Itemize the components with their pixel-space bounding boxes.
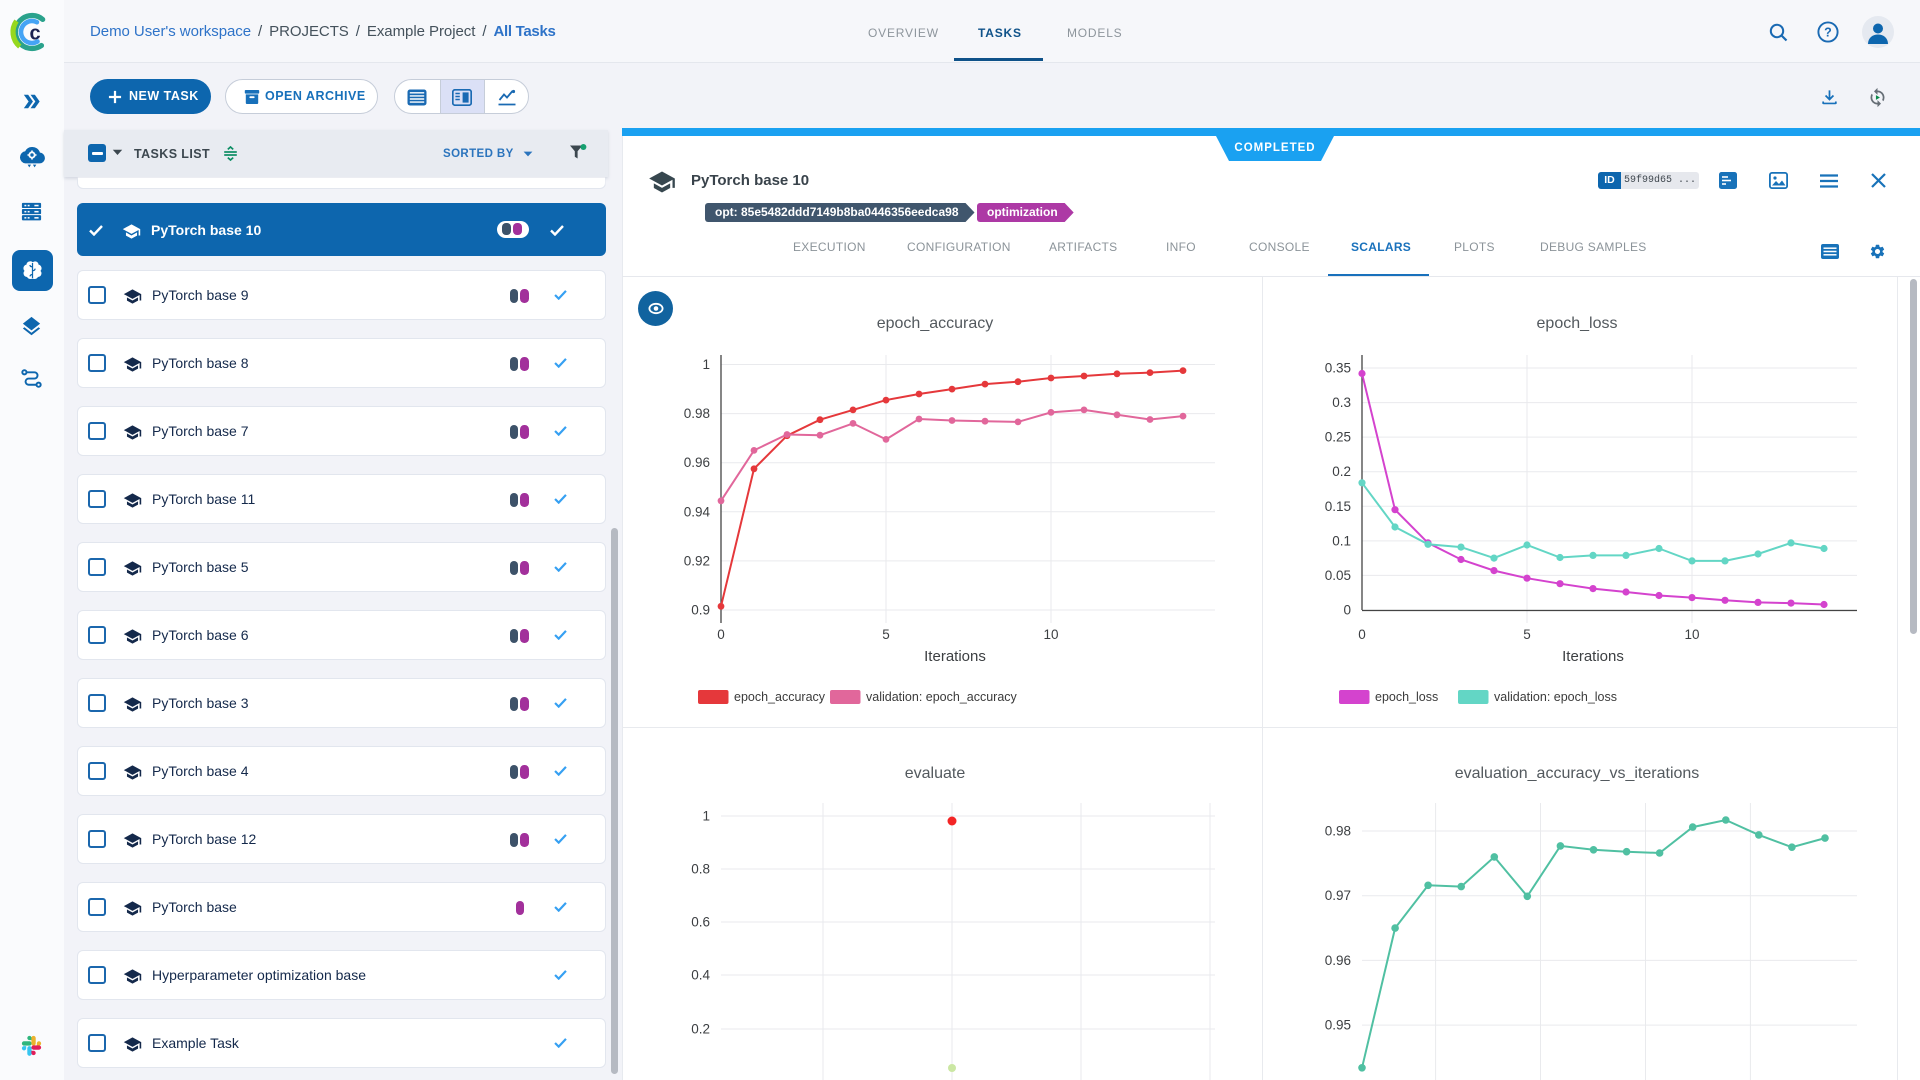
svg-text:0.97: 0.97 bbox=[1325, 888, 1351, 903]
svg-text:0.05: 0.05 bbox=[1325, 568, 1351, 583]
svg-text:0.2: 0.2 bbox=[691, 1022, 710, 1037]
svg-text:validation: epoch_accuracy: validation: epoch_accuracy bbox=[866, 690, 1018, 704]
svg-text:0: 0 bbox=[1343, 603, 1351, 618]
svg-text:evaluation_accuracy_vs_iterati: evaluation_accuracy_vs_iterations bbox=[1455, 765, 1700, 782]
svg-text:0: 0 bbox=[1358, 627, 1366, 642]
svg-text:0.6: 0.6 bbox=[691, 915, 710, 930]
svg-text:0.2: 0.2 bbox=[1332, 464, 1351, 479]
svg-text:Iterations: Iterations bbox=[1562, 648, 1624, 665]
svg-text:0.95: 0.95 bbox=[1325, 1018, 1351, 1033]
svg-text:epoch_accuracy: epoch_accuracy bbox=[877, 315, 994, 332]
svg-text:epoch_accuracy: epoch_accuracy bbox=[734, 690, 826, 704]
svg-text:5: 5 bbox=[1523, 627, 1531, 642]
svg-text:0.98: 0.98 bbox=[684, 406, 710, 421]
svg-text:0: 0 bbox=[717, 627, 725, 642]
svg-text:validation: epoch_loss: validation: epoch_loss bbox=[1494, 690, 1617, 704]
svg-text:Iterations: Iterations bbox=[924, 648, 986, 665]
svg-text:0.1: 0.1 bbox=[1332, 533, 1351, 548]
svg-text:0.98: 0.98 bbox=[1325, 824, 1351, 839]
svg-text:0.25: 0.25 bbox=[1325, 430, 1351, 445]
svg-text:epoch_loss: epoch_loss bbox=[1537, 315, 1618, 332]
svg-text:5: 5 bbox=[882, 627, 890, 642]
svg-text:10: 10 bbox=[1043, 627, 1058, 642]
svg-text:evaluate: evaluate bbox=[905, 765, 966, 782]
svg-text:c: c bbox=[29, 23, 40, 45]
svg-text:0.4: 0.4 bbox=[691, 968, 710, 983]
svg-text:0.94: 0.94 bbox=[684, 504, 711, 519]
svg-text:0.96: 0.96 bbox=[1325, 953, 1351, 968]
svg-text:1: 1 bbox=[702, 809, 710, 824]
svg-text:?: ? bbox=[1824, 25, 1832, 39]
svg-text:0.96: 0.96 bbox=[684, 455, 710, 470]
svg-text:0.15: 0.15 bbox=[1325, 499, 1351, 514]
svg-text:0.92: 0.92 bbox=[684, 553, 710, 568]
svg-text:0.9: 0.9 bbox=[691, 603, 710, 618]
svg-text:10: 10 bbox=[1684, 627, 1699, 642]
svg-text:0.8: 0.8 bbox=[691, 862, 710, 877]
svg-text:epoch_loss: epoch_loss bbox=[1375, 690, 1438, 704]
svg-text:0.35: 0.35 bbox=[1325, 361, 1351, 376]
svg-text:1: 1 bbox=[702, 357, 710, 372]
svg-text:0.3: 0.3 bbox=[1332, 395, 1351, 410]
